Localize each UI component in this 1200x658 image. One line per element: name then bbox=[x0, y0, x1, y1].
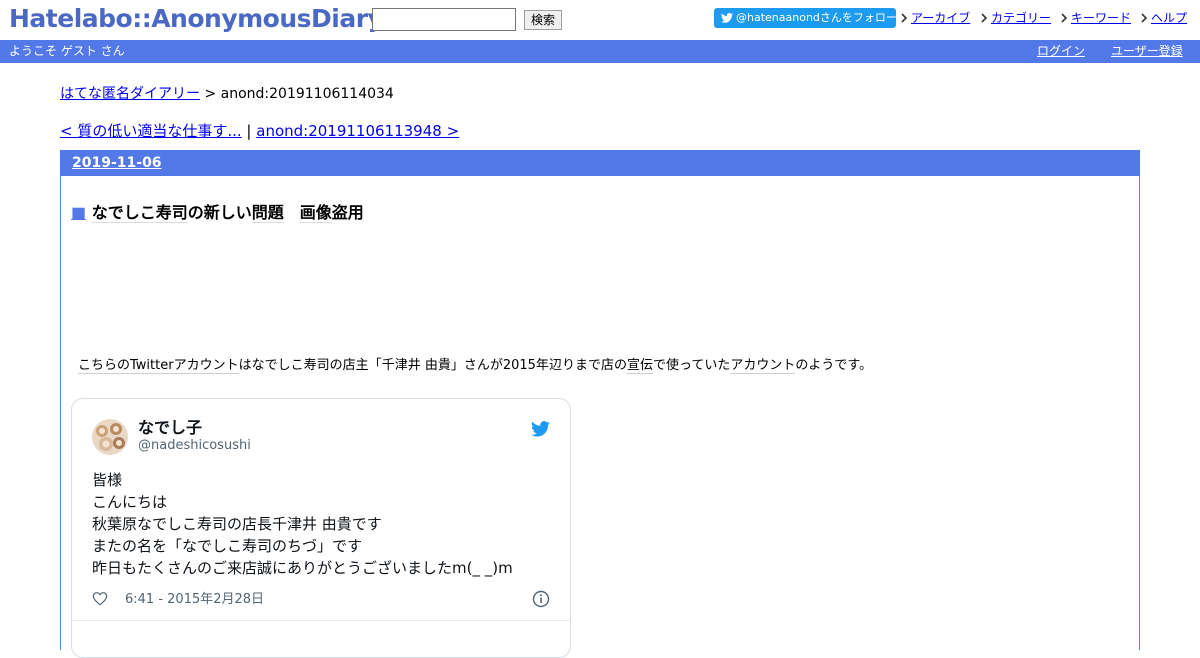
tweet-divider bbox=[72, 620, 570, 621]
register-link[interactable]: ユーザー登録 bbox=[1111, 44, 1183, 58]
search-input[interactable] bbox=[372, 8, 516, 31]
nav-archive[interactable]: アーカイブ bbox=[901, 10, 970, 26]
entry-body-text: こちらのTwitterアカウントはなでしこ寿司の店主「千津井 由貴」さんが201… bbox=[78, 357, 872, 375]
arrow-right-icon bbox=[1061, 13, 1068, 23]
entry-text-segment: は bbox=[238, 358, 252, 373]
avatar-image bbox=[92, 419, 128, 455]
nav-archive-link[interactable]: アーカイブ bbox=[911, 11, 970, 25]
heart-icon[interactable] bbox=[92, 591, 108, 606]
entry-keyword[interactable]: アカウント bbox=[173, 358, 239, 374]
login-link[interactable]: ログイン bbox=[1037, 44, 1085, 58]
arrow-right-icon bbox=[981, 13, 988, 23]
info-icon[interactable] bbox=[532, 590, 550, 608]
embedded-tweet[interactable]: なでし子 @nadeshicosushi 皆様 こんにちは 秋葉原なでしこ寿司の… bbox=[71, 398, 571, 658]
entry-permalink-square[interactable]: ■ bbox=[71, 203, 86, 222]
prev-entry-link[interactable]: < 質の低い適当な仕事す... bbox=[60, 122, 242, 140]
entry-text-segment: 辺りまで bbox=[548, 358, 601, 373]
twitter-bird-icon[interactable] bbox=[531, 421, 550, 437]
entry-keyword[interactable]: Twitter bbox=[130, 358, 174, 374]
tweet-author-handle[interactable]: @nadeshicosushi bbox=[138, 438, 251, 454]
nav-category-link[interactable]: カテゴリー bbox=[991, 11, 1051, 25]
arrow-right-icon bbox=[1141, 13, 1148, 23]
tweet-line: こんにちは bbox=[92, 493, 168, 511]
tweet-author-name[interactable]: なでし子 bbox=[138, 418, 202, 438]
title-space bbox=[284, 203, 300, 222]
tweet-line: またの名を「なでしこ寿司のちづ」です bbox=[92, 537, 363, 555]
entry-text-segment: 2015年 bbox=[502, 358, 549, 373]
entry-text-segment: 」さんが bbox=[450, 358, 503, 373]
title-keyword-gazou[interactable]: 画像 bbox=[299, 203, 332, 223]
breadcrumb: はてな匿名ダイアリー > anond:20191106114034 bbox=[60, 85, 394, 103]
title-keyword-nadeshiko-sushi[interactable]: なでしこ寿司 bbox=[91, 203, 188, 223]
nav-keyword[interactable]: キーワード bbox=[1061, 10, 1131, 26]
entry-title: ■ なでしこ寿司の新しい問題 画像盗用 bbox=[71, 203, 364, 223]
follow-button-label: @hatenaanondさんをフォロー bbox=[736, 11, 897, 24]
tweet-body: 皆様 こんにちは 秋葉原なでしこ寿司の店長千津井 由貴です またの名を「なでしこ… bbox=[92, 469, 513, 579]
search-button[interactable]: 検索 bbox=[524, 10, 562, 30]
breadcrumb-root-link[interactable]: はてな匿名ダイアリー bbox=[60, 86, 200, 102]
entry-text-segment: のようです。 bbox=[795, 358, 873, 373]
prev-next-nav: < 質の低い適当な仕事す... | anond:20191106113948 > bbox=[60, 121, 459, 141]
entry-keyword[interactable]: こちらの bbox=[78, 358, 131, 374]
tweet-line: 秋葉原なでしこ寿司の店長千津井 由貴です bbox=[92, 515, 382, 533]
entry-text-segment: で使っていた bbox=[653, 358, 731, 373]
entry-text-segment: なでしこ寿司 bbox=[251, 358, 330, 373]
tweet-line: 皆様 bbox=[92, 471, 123, 489]
entry-text-segment: 「 bbox=[368, 358, 382, 373]
entry-text-segment: の bbox=[329, 358, 343, 373]
title-text: の新しい bbox=[187, 203, 252, 222]
day-header: 2019-11-06 bbox=[61, 151, 1139, 176]
site-logo[interactable]: Hatelabo::AnonymousDiary bbox=[9, 4, 384, 36]
title-keyword-mondai[interactable]: 問題 bbox=[251, 203, 284, 223]
twitter-bird-icon bbox=[721, 13, 733, 23]
nav-keyword-link[interactable]: キーワード bbox=[1071, 11, 1131, 25]
welcome-bar: ようこそ ゲスト さん ログイン ユーザー登録 bbox=[0, 40, 1200, 63]
nav-help-link[interactable]: ヘルプ bbox=[1151, 11, 1187, 25]
arrow-right-icon bbox=[901, 13, 908, 23]
entry-text-segment: の bbox=[613, 358, 627, 373]
entry-text-segment: 店 bbox=[600, 358, 614, 373]
day-box: 2019-11-06 ■ なでしこ寿司の新しい問題 画像盗用 こちらのTwitt… bbox=[60, 150, 1140, 658]
login-link-wrap: ログイン bbox=[1037, 43, 1085, 59]
prev-next-separator: | bbox=[241, 122, 257, 140]
tweet-timestamp[interactable]: 6:41 - 2015年2月28日 bbox=[125, 591, 264, 608]
tweet-avatar[interactable] bbox=[92, 419, 128, 455]
entry-text-segment: 千津井 由貴 bbox=[381, 358, 451, 373]
register-link-wrap: ユーザー登録 bbox=[1111, 43, 1183, 59]
twitter-follow-button[interactable]: @hatenaanondさんをフォロー bbox=[714, 8, 897, 28]
entry-text-segment: 店主 bbox=[342, 358, 369, 373]
title-text-tail: 盗用 bbox=[331, 203, 364, 222]
day-date-link[interactable]: 2019-11-06 bbox=[72, 155, 162, 171]
nav-category[interactable]: カテゴリー bbox=[981, 10, 1051, 26]
next-entry-link[interactable]: anond:20191106113948 > bbox=[256, 122, 459, 140]
entry-keyword[interactable]: 宣伝 bbox=[626, 358, 653, 374]
welcome-text: ようこそ ゲスト さん bbox=[9, 44, 125, 58]
breadcrumb-separator: > bbox=[200, 86, 221, 102]
tweet-line: 昨日もたくさんのご来店誠にありがとうございましたm(_ _)m bbox=[92, 559, 513, 577]
entry-keyword[interactable]: アカウント bbox=[730, 358, 796, 374]
site-header: Hatelabo::AnonymousDiary 検索 @hatenaanond… bbox=[0, 0, 1200, 40]
nav-help[interactable]: ヘルプ bbox=[1141, 10, 1187, 26]
breadcrumb-current: anond:20191106114034 bbox=[220, 86, 394, 102]
